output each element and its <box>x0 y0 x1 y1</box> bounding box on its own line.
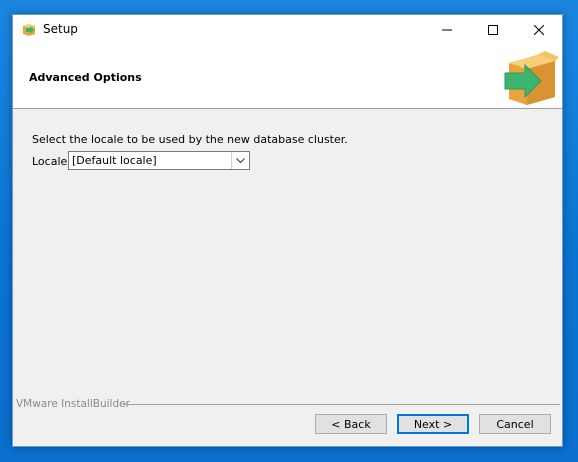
desktop: Setup Advanced Options Select the locale… <box>0 0 578 462</box>
cancel-button[interactable]: Cancel <box>479 414 551 434</box>
back-button[interactable]: < Back <box>315 414 387 434</box>
chevron-down-icon[interactable] <box>231 152 249 169</box>
close-button[interactable] <box>516 15 562 45</box>
installer-box-icon <box>21 21 37 37</box>
installer-logo-icon <box>501 49 559 107</box>
minimize-icon <box>442 29 452 31</box>
footer-divider <box>123 404 560 405</box>
page-title: Advanced Options <box>29 71 142 84</box>
locale-select[interactable]: [Default locale] <box>68 151 250 170</box>
locale-description: Select the locale to be used by the new … <box>32 133 348 146</box>
brand-label: VMware InstallBuilder <box>16 398 130 410</box>
locale-select-value: [Default locale] <box>72 154 157 167</box>
maximize-icon <box>488 25 498 35</box>
maximize-button[interactable] <box>470 15 516 45</box>
next-button[interactable]: Next > <box>397 414 469 434</box>
close-icon <box>534 25 544 35</box>
window-title: Setup <box>43 22 78 36</box>
setup-window: Setup Advanced Options Select the locale… <box>12 14 563 447</box>
wizard-content: Select the locale to be used by the new … <box>13 109 562 395</box>
title-bar[interactable]: Setup <box>13 15 562 45</box>
minimize-button[interactable] <box>424 15 470 45</box>
wizard-header: Advanced Options <box>13 45 562 109</box>
locale-label: Locale <box>32 155 68 168</box>
